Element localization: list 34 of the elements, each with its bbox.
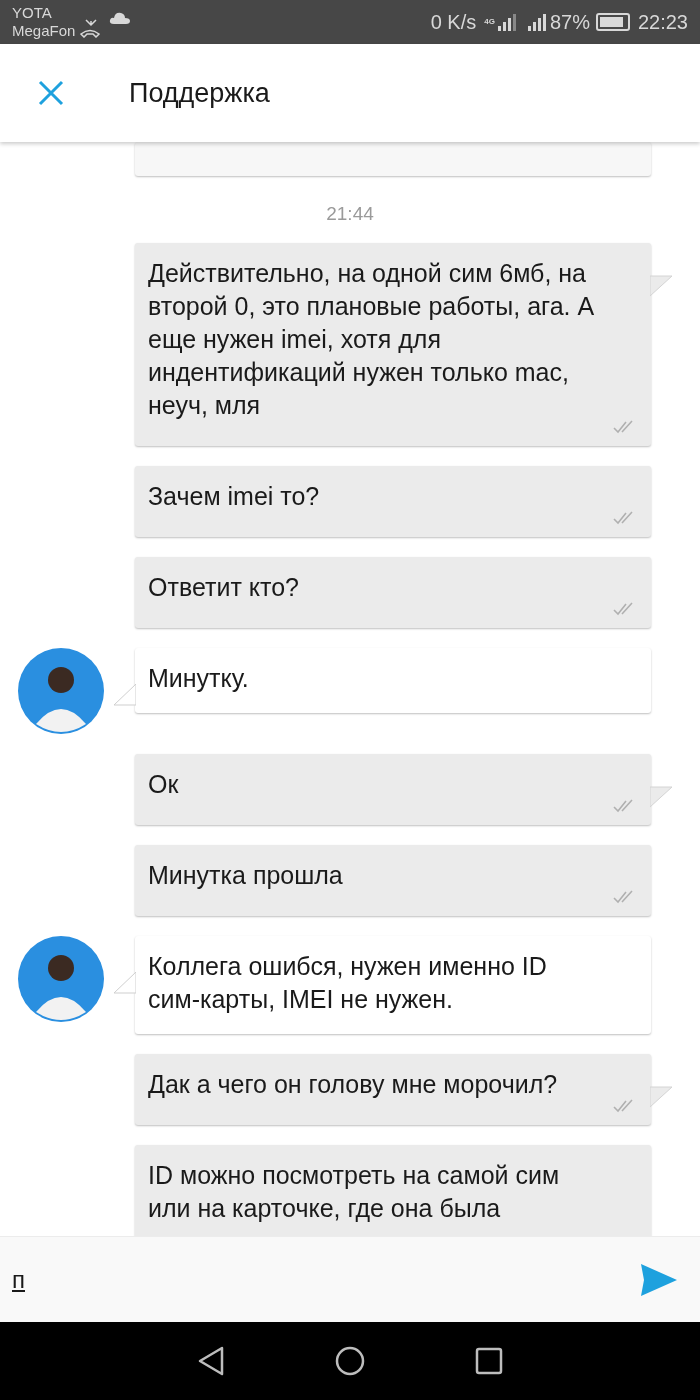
battery-icon (595, 13, 630, 31)
close-icon (38, 80, 64, 106)
network-speed: 0 K/s (430, 10, 477, 35)
network-type: 4G (484, 18, 495, 26)
back-triangle-icon (197, 1346, 225, 1376)
timestamp: 21:44 (326, 202, 374, 226)
message-text: Коллега ошибся, нужен именно ID сим-карты, IMEI не нужен. (148, 950, 548, 1015)
signal-icon (525, 12, 548, 32)
message-text: Действительно, на одной сим 6мб, на второй 0, это плановые работы, ага. А еще нужен imei, хотя для индентификаций нужен только mac, неуч, мля (148, 257, 596, 421)
home-button[interactable] (335, 1346, 365, 1376)
message-text: Минутку. (148, 662, 250, 694)
avatar-silhouette-icon (18, 647, 104, 734)
message-text: Ок (148, 768, 180, 800)
send-button[interactable] (618, 1236, 700, 1322)
battery-percent: 87% (549, 10, 590, 35)
signal-icon (495, 12, 518, 32)
recents-button[interactable] (475, 1347, 503, 1375)
send-icon (640, 1261, 678, 1298)
home-circle-icon (335, 1346, 365, 1376)
recents-square-icon (475, 1347, 503, 1375)
back-button[interactable] (197, 1346, 225, 1376)
message-input-field[interactable]: п (0, 1236, 618, 1322)
message-text: Зачем imei то? (148, 480, 321, 512)
avatar-silhouette-icon (18, 935, 104, 1022)
message-text: Дак а чего он голову мне морочил? (148, 1068, 559, 1100)
missed-call-icon (79, 18, 102, 38)
message-text: Минутка прошла (148, 859, 344, 891)
clock-time: 22:23 (637, 10, 688, 35)
message-text: ID можно посмотреть на самой сим или на карточке, где она была (148, 1159, 561, 1224)
chat-title: Поддержка (129, 76, 270, 110)
carrier-name: MegaFon (12, 22, 76, 40)
cloud-icon (109, 11, 132, 25)
carrier-name: YOTA (12, 4, 53, 22)
message-text: Ответит кто? (148, 571, 300, 603)
